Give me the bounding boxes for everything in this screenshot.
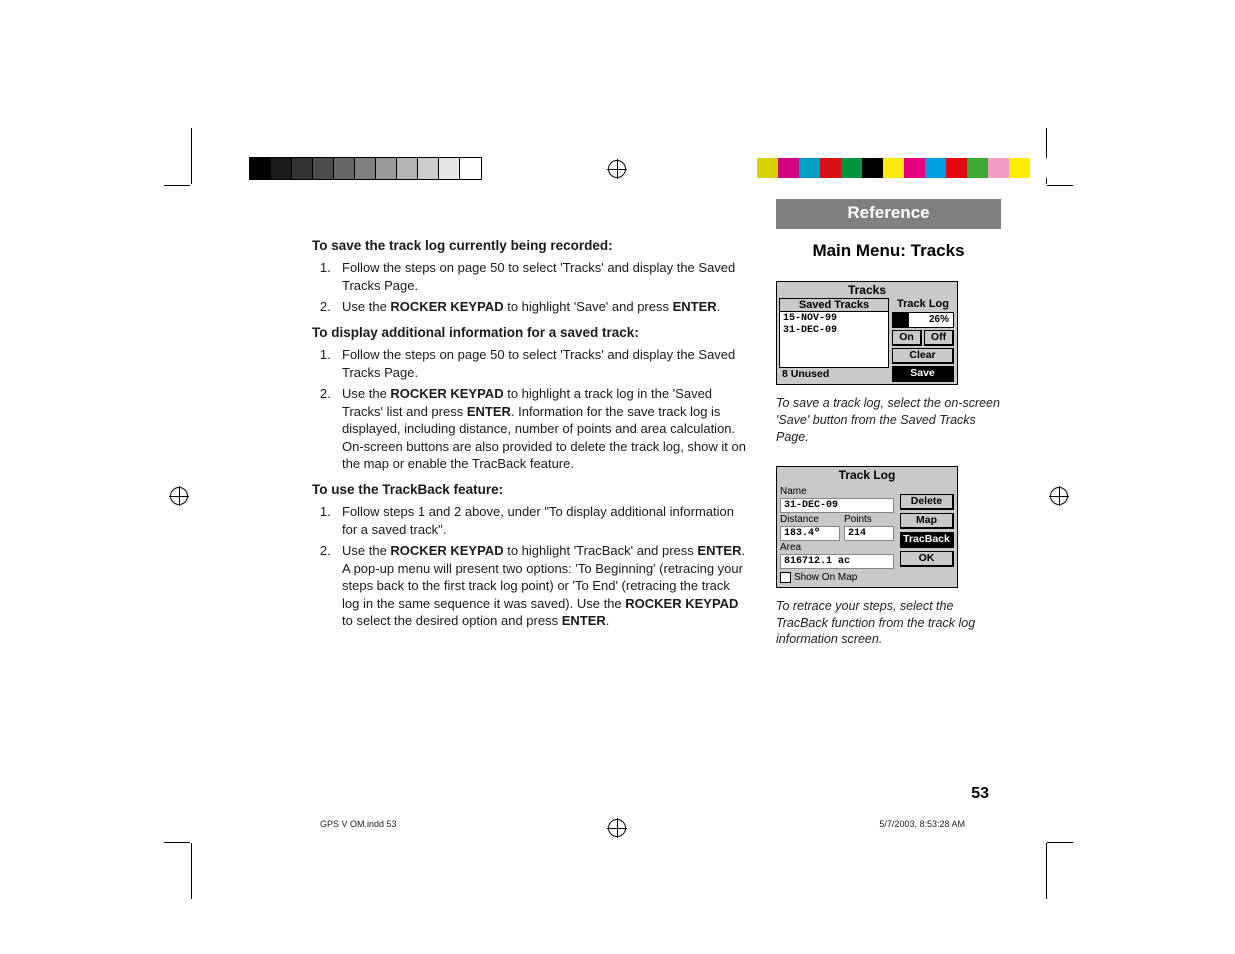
- delete-button: Delete: [900, 494, 954, 510]
- crop-mark: [1047, 185, 1073, 186]
- swatch: [271, 158, 292, 179]
- track-log-panel: Track Log 26% On Off Clear Save: [891, 298, 957, 384]
- points-value: 214: [844, 526, 894, 541]
- name-value: 31-DEC-09: [780, 498, 894, 513]
- heading-save-track-log: To save the track log currently being re…: [312, 237, 747, 255]
- swatch: [250, 158, 271, 179]
- heading-display-saved-track: To display additional information for a …: [312, 324, 747, 342]
- crop-mark: [191, 843, 192, 899]
- page-number: 53: [971, 785, 989, 803]
- swatch: [799, 158, 820, 178]
- figure-caption: To save a track log, select the on-scree…: [776, 395, 1001, 446]
- saved-track-item: 15-NOV-99: [783, 313, 885, 325]
- gps-track-log-screen: Track Log Name Delete Map TracBack OK 31…: [776, 466, 958, 588]
- track-log-percent: 26%: [892, 312, 954, 328]
- manual-page: To save the track log currently being re…: [192, 185, 1047, 842]
- swatch: [946, 158, 967, 178]
- swatch: [334, 158, 355, 179]
- step: Follow the steps on page 50 to select 'T…: [338, 346, 747, 381]
- sidebar-column: Reference Main Menu: Tracks Tracks Saved…: [776, 199, 1001, 668]
- saved-tracks-panel: Saved Tracks 15-NOV-99 31-DEC-09 8 Unuse…: [779, 298, 889, 380]
- steps-display-saved-track: Follow the steps on page 50 to select 'T…: [312, 346, 747, 473]
- steps-save-track-log: Follow the steps on page 50 to select 'T…: [312, 259, 747, 316]
- swatch: [757, 158, 778, 178]
- swatch: [1030, 158, 1051, 178]
- footer-timestamp: 5/7/2003, 8:53:28 AM: [879, 819, 965, 829]
- swatch: [355, 158, 376, 179]
- instructions-column: To save the track log currently being re…: [312, 229, 747, 636]
- track-log-bar: [893, 313, 909, 327]
- show-on-map-checkbox: Show On Map: [780, 572, 894, 583]
- swatch: [883, 158, 904, 178]
- on-button: On: [892, 330, 922, 346]
- swatch: [376, 158, 397, 179]
- points-label: Points: [844, 514, 894, 525]
- registration-mark-icon: [608, 160, 626, 178]
- track-log-header: Track Log: [892, 298, 954, 310]
- name-label: Name: [780, 486, 894, 497]
- swatch: [460, 158, 481, 179]
- step: Follow steps 1 and 2 above, under "To di…: [338, 503, 747, 538]
- map-button: Map: [900, 513, 954, 529]
- crop-mark: [191, 128, 192, 184]
- gps-screen-title: Tracks: [777, 282, 957, 298]
- distance-label: Distance: [780, 514, 840, 525]
- step: Use the ROCKER KEYPAD to highlight 'Save…: [338, 298, 747, 316]
- step: Use the ROCKER KEYPAD to highlight 'Trac…: [338, 542, 747, 630]
- checkbox-icon: [780, 572, 791, 583]
- swatch: [820, 158, 841, 178]
- swatch: [313, 158, 334, 179]
- area-label: Area: [780, 542, 894, 553]
- swatch: [967, 158, 988, 178]
- crop-mark: [164, 842, 190, 843]
- step: Use the ROCKER KEYPAD to highlight a tra…: [338, 385, 747, 473]
- unused-count: 8 Unused: [779, 367, 889, 380]
- area-value: 816712.1 ac: [780, 554, 894, 569]
- clear-button: Clear: [892, 348, 954, 364]
- swatch: [292, 158, 313, 179]
- section-title: Main Menu: Tracks: [776, 241, 1001, 261]
- saved-track-item: 31-DEC-09: [783, 325, 885, 337]
- grayscale-swatch-strip: [250, 158, 481, 179]
- crop-mark: [164, 185, 190, 186]
- save-button: Save: [892, 366, 954, 382]
- saved-tracks-header: Saved Tracks: [780, 299, 888, 312]
- swatch: [862, 158, 883, 178]
- registration-mark-icon: [170, 487, 188, 505]
- distance-value: 183.4º: [780, 526, 840, 541]
- footer-filename: GPS V OM.indd 53: [320, 819, 397, 829]
- gps-screen-title: Track Log: [777, 467, 957, 483]
- figure-caption: To retrace your steps, select the TracBa…: [776, 598, 1001, 649]
- swatch: [925, 158, 946, 178]
- ok-button: OK: [900, 551, 954, 567]
- steps-use-trackback: Follow steps 1 and 2 above, under "To di…: [312, 503, 747, 630]
- step: Follow the steps on page 50 to select 'T…: [338, 259, 747, 294]
- heading-use-trackback: To use the TrackBack feature:: [312, 481, 747, 499]
- gps-tracks-screen: Tracks Saved Tracks 15-NOV-99 31-DEC-09 …: [776, 281, 958, 385]
- off-button: Off: [924, 330, 954, 346]
- swatch: [841, 158, 862, 178]
- swatch: [439, 158, 460, 179]
- swatch: [1009, 158, 1030, 178]
- swatch: [397, 158, 418, 179]
- swatch: [778, 158, 799, 178]
- registration-mark-icon: [1050, 487, 1068, 505]
- swatch: [418, 158, 439, 179]
- swatch: [988, 158, 1009, 178]
- crop-mark: [1046, 843, 1047, 899]
- tracback-button: TracBack: [900, 532, 954, 548]
- color-swatch-strip: [757, 158, 1051, 178]
- swatch: [904, 158, 925, 178]
- reference-banner: Reference: [776, 199, 1001, 229]
- crop-mark: [1047, 842, 1073, 843]
